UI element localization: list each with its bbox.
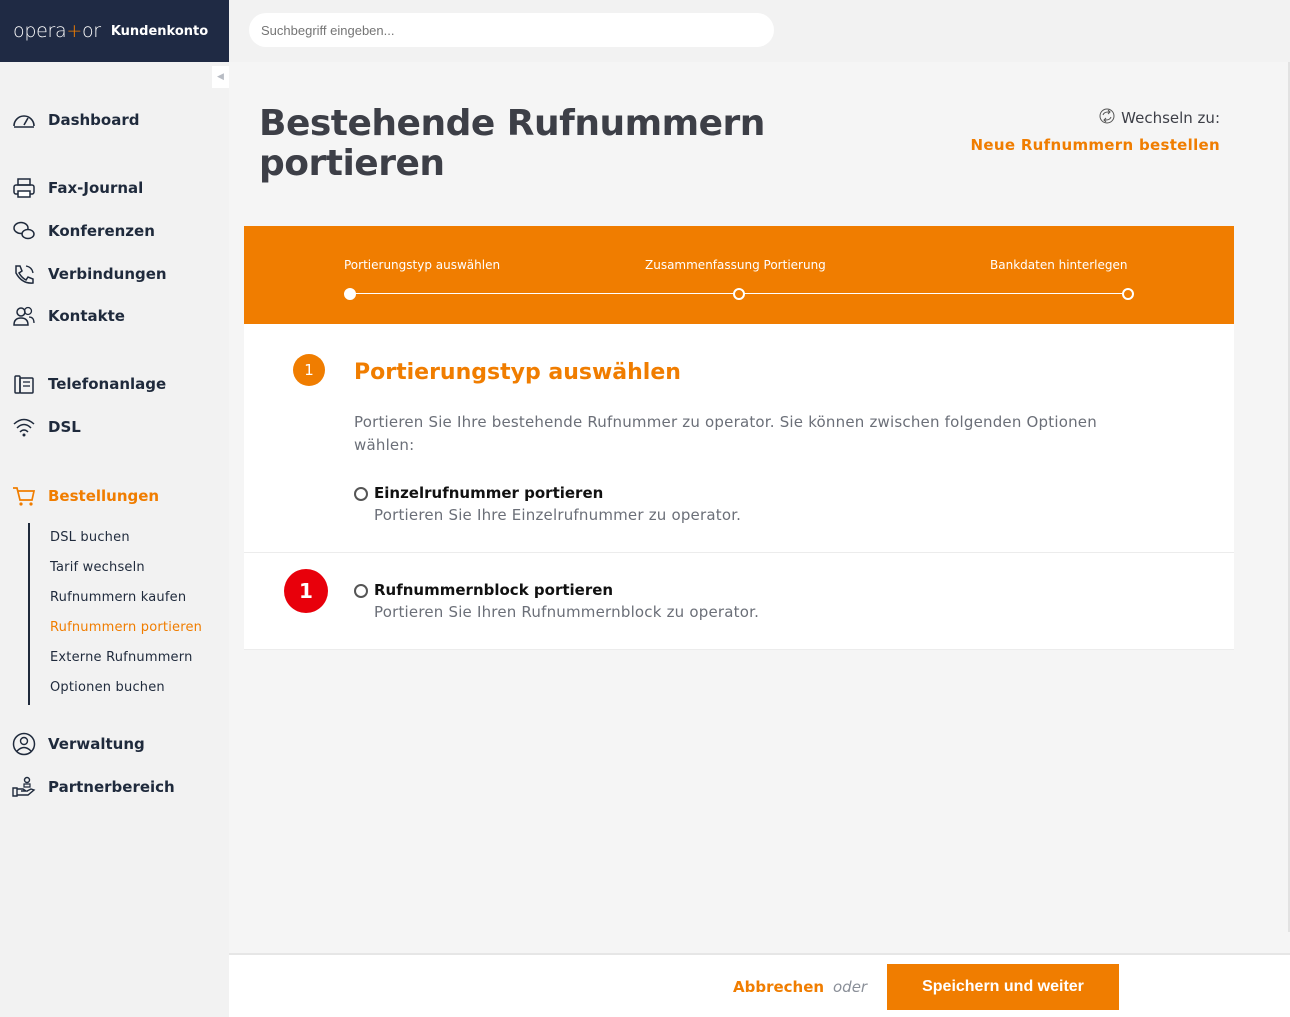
user-circle-icon bbox=[12, 732, 38, 756]
annotation-marker: 1 bbox=[284, 569, 328, 613]
action-footer: Abbrechen oder Speichern und weiter bbox=[229, 953, 1290, 1017]
switch-arrows-icon bbox=[1099, 108, 1115, 128]
sidebar-item-label: Kontakte bbox=[48, 307, 125, 325]
cancel-button[interactable]: Abbrechen bbox=[733, 978, 824, 996]
sidebar-item-bestellungen[interactable]: Bestellungen bbox=[0, 481, 229, 511]
sidebar-item-dsl[interactable]: DSL bbox=[0, 412, 229, 442]
sidebar-item-label: Telefonanlage bbox=[48, 375, 167, 393]
option-single-number[interactable]: Einzelrufnummer portieren Portieren Sie … bbox=[354, 484, 741, 524]
collapse-sidebar-button[interactable]: ◀ bbox=[212, 66, 229, 88]
chat-bubbles-icon bbox=[12, 219, 38, 243]
sidebar-item-label: Fax-Journal bbox=[48, 179, 144, 197]
chevron-left-icon: ◀ bbox=[217, 72, 224, 82]
step-label-1: Portierungstyp auswählen bbox=[344, 258, 501, 272]
sidebar-item-label: Dashboard bbox=[48, 111, 140, 129]
sidebar-item-verwaltung[interactable]: Verwaltung bbox=[0, 729, 229, 759]
topbar bbox=[229, 0, 1290, 62]
option-description: Portieren Sie Ihren Rufnummernblock zu o… bbox=[374, 603, 760, 621]
sidebar-item-label: Verwaltung bbox=[48, 735, 145, 753]
step-label-3: Bankdaten hinterlegen bbox=[990, 258, 1128, 272]
radio-number-block[interactable] bbox=[354, 584, 368, 598]
brand-header[interactable]: opera+or Kundenkonto bbox=[0, 0, 229, 62]
search-input[interactable] bbox=[249, 13, 774, 47]
step-number-badge: 1 bbox=[293, 354, 325, 386]
printer-icon bbox=[12, 176, 38, 200]
operator-logo: opera+or bbox=[13, 20, 101, 42]
radio-single-number[interactable] bbox=[354, 487, 368, 501]
sidebar-item-fax-journal[interactable]: Fax-Journal bbox=[0, 173, 229, 203]
step-dot-2 bbox=[733, 288, 745, 300]
new-numbers-link[interactable]: Neue Rufnummern bestellen bbox=[971, 136, 1220, 154]
subnav-item-tarif-wechseln[interactable]: Tarif wechseln bbox=[50, 560, 145, 575]
subnav-item-dsl-buchen[interactable]: DSL buchen bbox=[50, 530, 130, 545]
switch-panel: Wechseln zu: Neue Rufnummern bestellen bbox=[971, 108, 1220, 154]
sidebar-item-konferenzen[interactable]: Konferenzen bbox=[0, 216, 229, 246]
or-separator: oder bbox=[833, 978, 868, 996]
subnav-item-externe-rufnummern[interactable]: Externe Rufnummern bbox=[50, 650, 193, 665]
section-intro: Portieren Sie Ihre bestehende Rufnummer … bbox=[354, 413, 1097, 454]
contacts-icon bbox=[12, 304, 38, 328]
sidebar-item-label: Bestellungen bbox=[48, 487, 160, 505]
partner-hand-icon bbox=[12, 775, 38, 799]
switch-label: Wechseln zu: bbox=[971, 108, 1220, 128]
sidebar-item-kontakte[interactable]: Kontakte bbox=[0, 301, 229, 331]
sidebar-item-label: DSL bbox=[48, 418, 81, 436]
save-and-continue-button[interactable]: Speichern und weiter bbox=[887, 964, 1119, 1010]
option-title: Rufnummernblock portieren bbox=[374, 581, 614, 599]
sidebar-item-label: Verbindungen bbox=[48, 265, 167, 283]
wifi-icon bbox=[12, 415, 38, 439]
sidebar-item-label: Partnerbereich bbox=[48, 778, 175, 796]
card-section-single: 1 Portierungstyp auswählen Portieren Sie… bbox=[244, 324, 1234, 553]
porting-type-card: 1 Portierungstyp auswählen Portieren Sie… bbox=[244, 324, 1234, 650]
option-description: Portieren Sie Ihre Einzelrufnummer zu op… bbox=[374, 506, 742, 524]
sidebar: opera+or Kundenkonto ◀ Dashboard Fax-Jou… bbox=[0, 0, 229, 1017]
sidebar-item-label: Konferenzen bbox=[48, 222, 155, 240]
option-title: Einzelrufnummer portieren bbox=[374, 484, 604, 502]
progress-steps: Portierungstyp auswählen Zusammenfassung… bbox=[244, 226, 1234, 324]
page-title: Bestehende Rufnummern portieren bbox=[259, 103, 765, 184]
card-section-block: 1 Rufnummernblock portieren Portieren Si… bbox=[244, 553, 1234, 650]
main-content: Bestehende Rufnummern portieren Wechseln… bbox=[229, 62, 1290, 957]
subnav-item-rufnummern-portieren[interactable]: Rufnummern portieren bbox=[50, 620, 202, 635]
step-dot-1 bbox=[344, 288, 356, 300]
phone-icon bbox=[12, 262, 38, 286]
sidebar-item-verbindungen[interactable]: Verbindungen bbox=[0, 259, 229, 289]
subnav-bestellungen: DSL buchen Tarif wechseln Rufnummern kau… bbox=[28, 523, 228, 705]
sidebar-item-dashboard[interactable]: Dashboard bbox=[0, 105, 229, 135]
sidebar-item-partnerbereich[interactable]: Partnerbereich bbox=[0, 772, 229, 802]
sidebar-item-telefonanlage[interactable]: Telefonanlage bbox=[0, 369, 229, 399]
brand-subtitle: Kundenkonto bbox=[110, 23, 209, 39]
section-title: Portierungstyp auswählen bbox=[354, 360, 681, 385]
cart-icon bbox=[12, 484, 38, 508]
subnav-item-optionen-buchen[interactable]: Optionen buchen bbox=[50, 680, 165, 695]
step-dot-3 bbox=[1122, 288, 1134, 300]
speedometer-icon bbox=[12, 108, 38, 132]
option-number-block[interactable]: Rufnummernblock portieren Portieren Sie … bbox=[354, 581, 759, 621]
phone-system-icon bbox=[12, 372, 38, 396]
step-label-2: Zusammenfassung Portierung bbox=[645, 258, 826, 272]
subnav-item-rufnummern-kaufen[interactable]: Rufnummern kaufen bbox=[50, 590, 186, 605]
